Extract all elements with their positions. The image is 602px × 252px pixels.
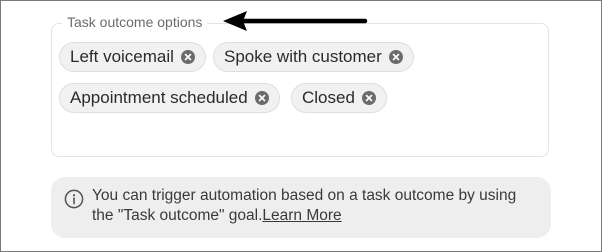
chip-label: Spoke with customer [224,47,382,66]
info-circle-icon [64,189,84,209]
info-text: You can trigger automation based on a ta… [92,186,542,226]
info-banner: You can trigger automation based on a ta… [51,177,551,238]
arrow-left-icon [223,11,368,31]
remove-chip-icon[interactable] [254,91,269,105]
learn-more-link[interactable]: Learn More [262,207,341,224]
chip-label: Left voicemail [70,47,174,66]
chip-appointment-scheduled: Appointment scheduled [59,83,280,113]
field-legend: Task outcome options [62,13,208,31]
chip-label: Appointment scheduled [70,88,248,107]
chip-label: Closed [302,88,355,107]
remove-chip-icon[interactable] [180,50,195,64]
remove-chip-icon[interactable] [361,91,376,105]
chip-closed: Closed [291,83,387,113]
chip-left-voicemail: Left voicemail [59,42,206,72]
remove-chip-icon[interactable] [388,50,403,64]
chip-spoke-with-customer: Spoke with customer [213,42,414,72]
